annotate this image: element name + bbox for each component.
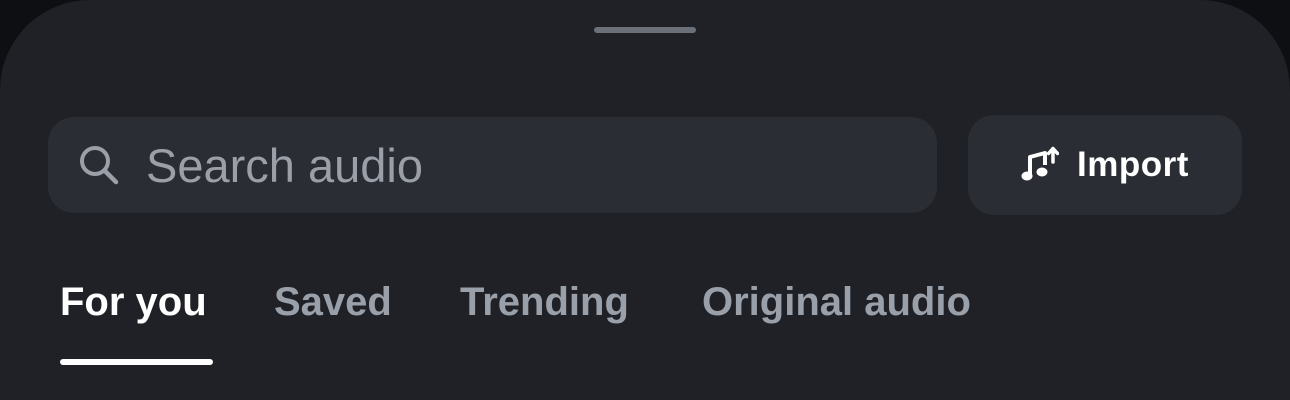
import-button-label: Import xyxy=(1077,145,1189,184)
import-button[interactable]: Import xyxy=(968,115,1242,215)
audio-picker-sheet: Import For you Saved Trending Original a… xyxy=(0,0,1290,400)
tab-saved[interactable]: Saved xyxy=(274,280,392,325)
search-icon xyxy=(78,144,120,186)
audio-tabs: For you Saved Trending Original audio xyxy=(0,270,1290,380)
tab-original-audio[interactable]: Original audio xyxy=(702,280,971,325)
search-bar[interactable] xyxy=(48,117,937,213)
music-upload-icon xyxy=(1021,145,1060,185)
sheet-grabber-handle[interactable] xyxy=(594,27,696,33)
tab-for-you[interactable]: For you xyxy=(60,280,207,325)
active-tab-indicator xyxy=(60,359,213,365)
search-input[interactable] xyxy=(146,135,846,195)
tab-trending[interactable]: Trending xyxy=(460,280,629,325)
